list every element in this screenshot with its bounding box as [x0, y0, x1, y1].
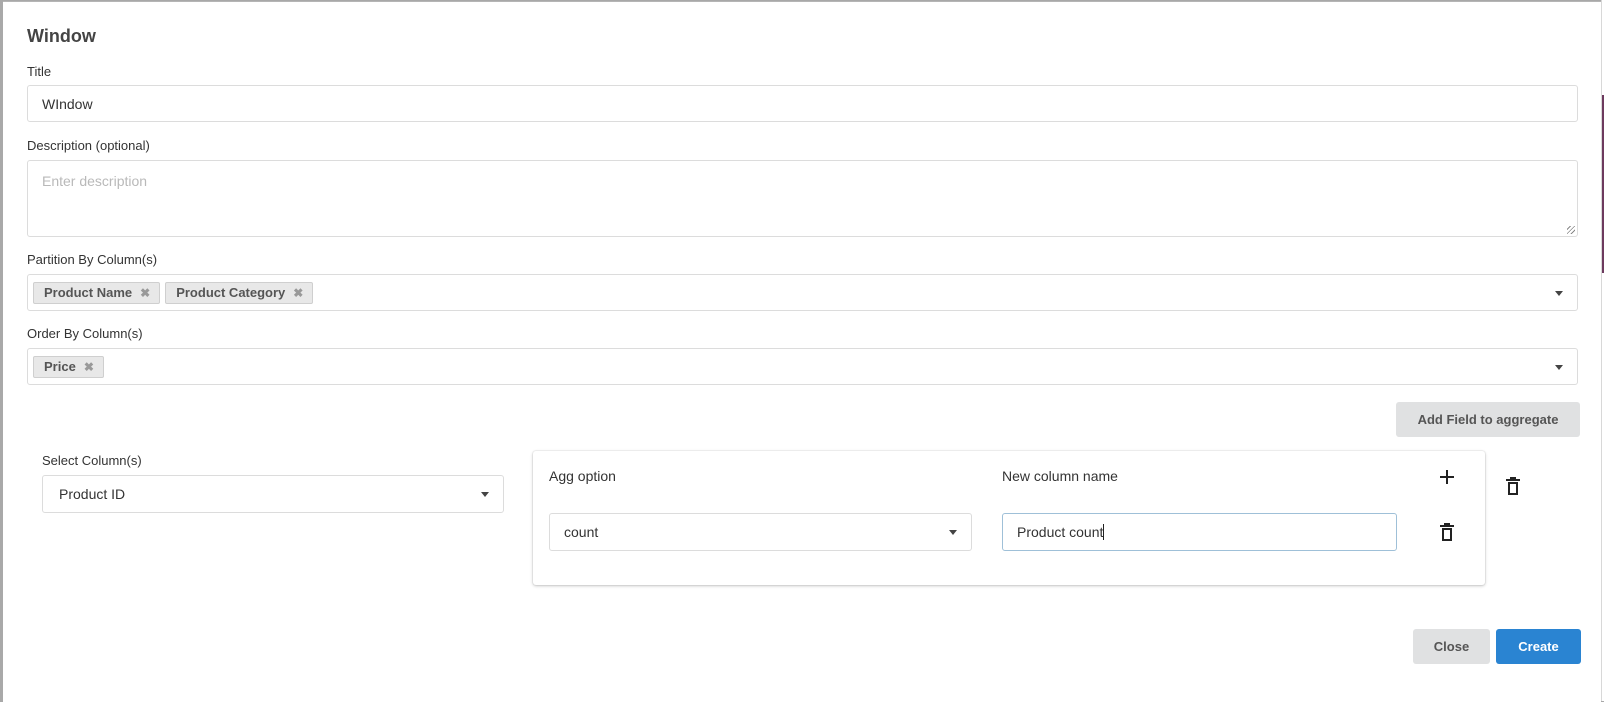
- tag-label: Product Name: [44, 285, 133, 300]
- trash-icon[interactable]: [1503, 476, 1523, 496]
- select-column-dropdown[interactable]: Product ID: [42, 475, 504, 513]
- order-tag-price: Price ✖: [33, 355, 104, 378]
- title-input-value: WIndow: [42, 95, 93, 112]
- remove-tag-icon[interactable]: ✖: [84, 360, 94, 374]
- caret-down-icon[interactable]: [481, 492, 489, 497]
- select-column-label: Select Column(s): [42, 453, 142, 468]
- description-placeholder: Enter description: [42, 173, 148, 189]
- window-dialog: Window Title WIndow Description (optiona…: [3, 1, 1601, 702]
- add-field-to-aggregate-button[interactable]: Add Field to aggregate: [1396, 402, 1580, 437]
- remove-tag-icon[interactable]: ✖: [140, 286, 150, 300]
- caret-down-icon[interactable]: [1555, 364, 1563, 370]
- tag-label: Product Category: [176, 285, 286, 300]
- order-by-label: Order By Column(s): [27, 326, 143, 341]
- description-textarea[interactable]: Enter description: [27, 160, 1578, 237]
- new-column-name-value: Product count: [1017, 524, 1104, 540]
- create-button[interactable]: Create: [1496, 629, 1581, 664]
- resize-grip-icon[interactable]: [1567, 226, 1575, 234]
- plus-icon[interactable]: [1437, 467, 1457, 487]
- select-column-value: Product ID: [59, 486, 126, 502]
- new-column-name-header: New column name: [1002, 468, 1118, 484]
- remove-tag-icon[interactable]: ✖: [293, 286, 303, 300]
- partition-tag-product-category: Product Category ✖: [165, 281, 314, 304]
- aggregation-card: Agg option New column name count Product…: [533, 451, 1485, 585]
- description-label: Description (optional): [27, 138, 150, 153]
- trash-icon-svg: [1506, 477, 1520, 495]
- caret-down-icon[interactable]: [1555, 290, 1563, 296]
- title-label: Title: [27, 64, 52, 79]
- agg-option-dropdown[interactable]: count: [549, 513, 972, 551]
- order-by-select[interactable]: Price ✖: [27, 348, 1578, 385]
- trash-icon[interactable]: [1437, 522, 1457, 542]
- partition-by-select[interactable]: Product Name ✖ Product Category ✖: [27, 274, 1578, 311]
- close-button[interactable]: Close: [1413, 629, 1490, 664]
- partition-tag-product-name: Product Name ✖: [33, 281, 161, 304]
- plus-icon-svg: [1440, 470, 1454, 484]
- title-input[interactable]: WIndow: [27, 85, 1578, 122]
- new-column-name-input[interactable]: Product count: [1002, 513, 1397, 551]
- agg-option-header: Agg option: [549, 468, 616, 484]
- dialog-title: Window: [27, 26, 96, 46]
- trash-icon-svg: [1440, 523, 1454, 541]
- text-cursor: [1103, 524, 1105, 540]
- caret-down-icon[interactable]: [949, 530, 957, 535]
- partition-by-label: Partition By Column(s): [27, 252, 158, 267]
- tag-label: Price: [44, 359, 76, 374]
- agg-option-value: count: [564, 524, 599, 540]
